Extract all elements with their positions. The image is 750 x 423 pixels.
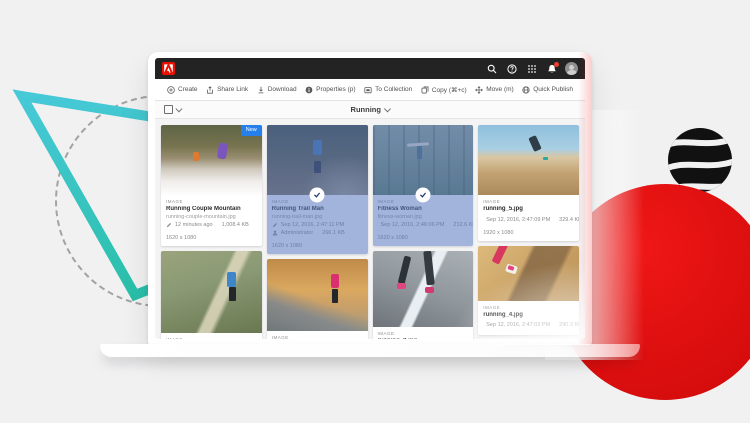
laptop-screen: Create Share Link Download Properties (p…	[148, 52, 592, 345]
selected-check-icon[interactable]	[415, 188, 430, 203]
grid-column-2: IMAGE Running Trail Man running-trail-ma…	[267, 125, 368, 339]
move-button[interactable]: Move (m)	[475, 86, 513, 94]
copy-button[interactable]: Copy (⌘+c)	[421, 86, 467, 94]
asset-dimensions: 1620 x 1080	[166, 235, 257, 241]
actions-toolbar: Create Share Link Download Properties (p…	[155, 79, 585, 101]
move-icon	[475, 86, 483, 94]
asset-thumbnail	[161, 125, 262, 195]
share-icon	[206, 86, 214, 94]
globe-icon	[522, 86, 530, 94]
create-button[interactable]: Create	[167, 86, 198, 94]
asset-title: running_3.jpg	[378, 338, 469, 339]
view-header: Running	[155, 101, 585, 119]
asset-modified-line: Sep 12, 2016, 2:47:02 PM 290.3 KB	[483, 322, 574, 328]
info-icon	[305, 86, 313, 94]
asset-meta: IMAGE	[161, 333, 262, 339]
grid-column-4: IMAGE running_5.jpg Sep 12, 2016, 2:47:0…	[478, 125, 579, 335]
grid-column-3: IMAGE Fitness Woman fitness-woman.jpg Se…	[373, 125, 474, 339]
selection-overlay	[373, 125, 474, 246]
asset-thumbnail	[267, 259, 368, 331]
apps-grid-icon[interactable]	[525, 62, 538, 75]
asset-type: IMAGE	[378, 331, 469, 336]
share-link-button[interactable]: Share Link	[206, 86, 248, 94]
marketing-hero-scene: Create Share Link Download Properties (p…	[0, 0, 750, 423]
grid-column-1: New IMAGE Running Couple Mountain runnin…	[161, 125, 262, 339]
asset-meta: IMAGE running_5.jpg Sep 12, 2016, 2:47:0…	[478, 195, 579, 241]
card-view-toggle[interactable]	[164, 105, 181, 114]
asset-grid: New IMAGE Running Couple Mountain runnin…	[155, 119, 585, 339]
download-label: Download	[268, 86, 297, 93]
asset-title: Running Couple Mountain	[166, 206, 257, 212]
asset-type: IMAGE	[483, 199, 574, 204]
to-collection-label: To Collection	[375, 86, 412, 93]
asset-meta: IMAGE running_3.jpg	[373, 327, 474, 339]
asset-modified: Sep 12, 2016, 2:47:09 PM	[486, 217, 550, 223]
chevron-down-icon	[176, 106, 182, 112]
asset-size: 329.4 KB	[559, 217, 579, 223]
asset-thumbnail	[161, 251, 262, 333]
asset-thumbnail	[478, 125, 579, 195]
asset-filename: running-couple-mountain.jpg	[166, 214, 257, 220]
asset-type: IMAGE	[272, 335, 363, 340]
collection-title: Running	[351, 105, 381, 114]
edit-pencil-icon	[166, 222, 172, 228]
download-icon	[257, 86, 265, 94]
asset-card-fitness-woman[interactable]: IMAGE Fitness Woman fitness-woman.jpg Se…	[373, 125, 474, 246]
asset-modified-line: 12 minutes ago 1,008.4 KB	[166, 222, 257, 228]
asset-title: running_4.jpg	[483, 312, 574, 318]
asset-type: IMAGE	[166, 199, 257, 204]
asset-meta: IMAGE running_1.jpg	[267, 331, 368, 340]
asset-modified: Sep 12, 2016, 2:47:02 PM	[486, 322, 550, 328]
selected-check-icon[interactable]	[310, 188, 325, 203]
asset-type: IMAGE	[483, 305, 574, 310]
adobe-a-mark-icon	[164, 64, 173, 73]
asset-meta: IMAGE running_4.jpg Sep 12, 2016, 2:47:0…	[478, 301, 579, 335]
plus-circle-icon	[167, 86, 175, 94]
to-collection-button[interactable]: To Collection	[364, 86, 412, 94]
asset-modified-line: Sep 12, 2016, 2:47:09 PM 329.4 KB	[483, 217, 574, 223]
asset-title: running_5.jpg	[483, 206, 574, 212]
move-label: Move (m)	[486, 86, 513, 93]
asset-card-running-1[interactable]: IMAGE running_1.jpg	[267, 259, 368, 340]
quick-publish-button[interactable]: Quick Publish	[522, 86, 573, 94]
properties-button[interactable]: Properties (p)	[305, 86, 355, 94]
asset-modified: 12 minutes ago	[175, 222, 213, 228]
new-badge: New	[241, 125, 262, 136]
asset-card-running-5[interactable]: IMAGE running_5.jpg Sep 12, 2016, 2:47:0…	[478, 125, 579, 241]
download-button[interactable]: Download	[257, 86, 297, 94]
asset-card-row2-col1[interactable]: IMAGE	[161, 251, 262, 339]
search-icon[interactable]	[485, 62, 498, 75]
account-avatar[interactable]	[565, 62, 578, 75]
collection-icon	[364, 86, 372, 94]
adobe-logo[interactable]	[162, 62, 175, 75]
collection-picker[interactable]: Running	[351, 105, 390, 114]
copy-label: Copy (⌘+c)	[432, 86, 467, 94]
asset-type: IMAGE	[166, 337, 257, 339]
chevron-down-icon	[385, 106, 391, 112]
properties-label: Properties (p)	[316, 86, 355, 93]
asset-card-running-4[interactable]: IMAGE running_4.jpg Sep 12, 2016, 2:47:0…	[478, 246, 579, 335]
asset-meta: IMAGE Running Couple Mountain running-co…	[161, 195, 262, 246]
asset-size: 1,008.4 KB	[222, 222, 249, 228]
copy-icon	[421, 86, 429, 94]
card-view-icon	[164, 105, 173, 114]
laptop-base	[100, 344, 640, 357]
aem-assets-window: Create Share Link Download Properties (p…	[155, 58, 585, 339]
help-icon[interactable]	[505, 62, 518, 75]
asset-dimensions: 1920 x 1080	[483, 230, 574, 236]
asset-thumbnail	[478, 246, 579, 301]
notifications-bell-icon[interactable]	[545, 62, 558, 75]
quick-publish-label: Quick Publish	[533, 86, 573, 93]
asset-card-running-trail-man[interactable]: IMAGE Running Trail Man running-trail-ma…	[267, 125, 368, 254]
avatar	[565, 62, 578, 75]
app-topbar	[155, 58, 585, 79]
share-link-label: Share Link	[217, 86, 248, 93]
asset-card-running-3[interactable]: IMAGE running_3.jpg	[373, 251, 474, 339]
asset-thumbnail	[373, 251, 474, 327]
notification-badge	[554, 62, 559, 67]
asset-card-running-couple-mountain[interactable]: New IMAGE Running Couple Mountain runnin…	[161, 125, 262, 246]
asset-size: 290.3 KB	[559, 322, 579, 328]
create-label: Create	[178, 86, 198, 93]
